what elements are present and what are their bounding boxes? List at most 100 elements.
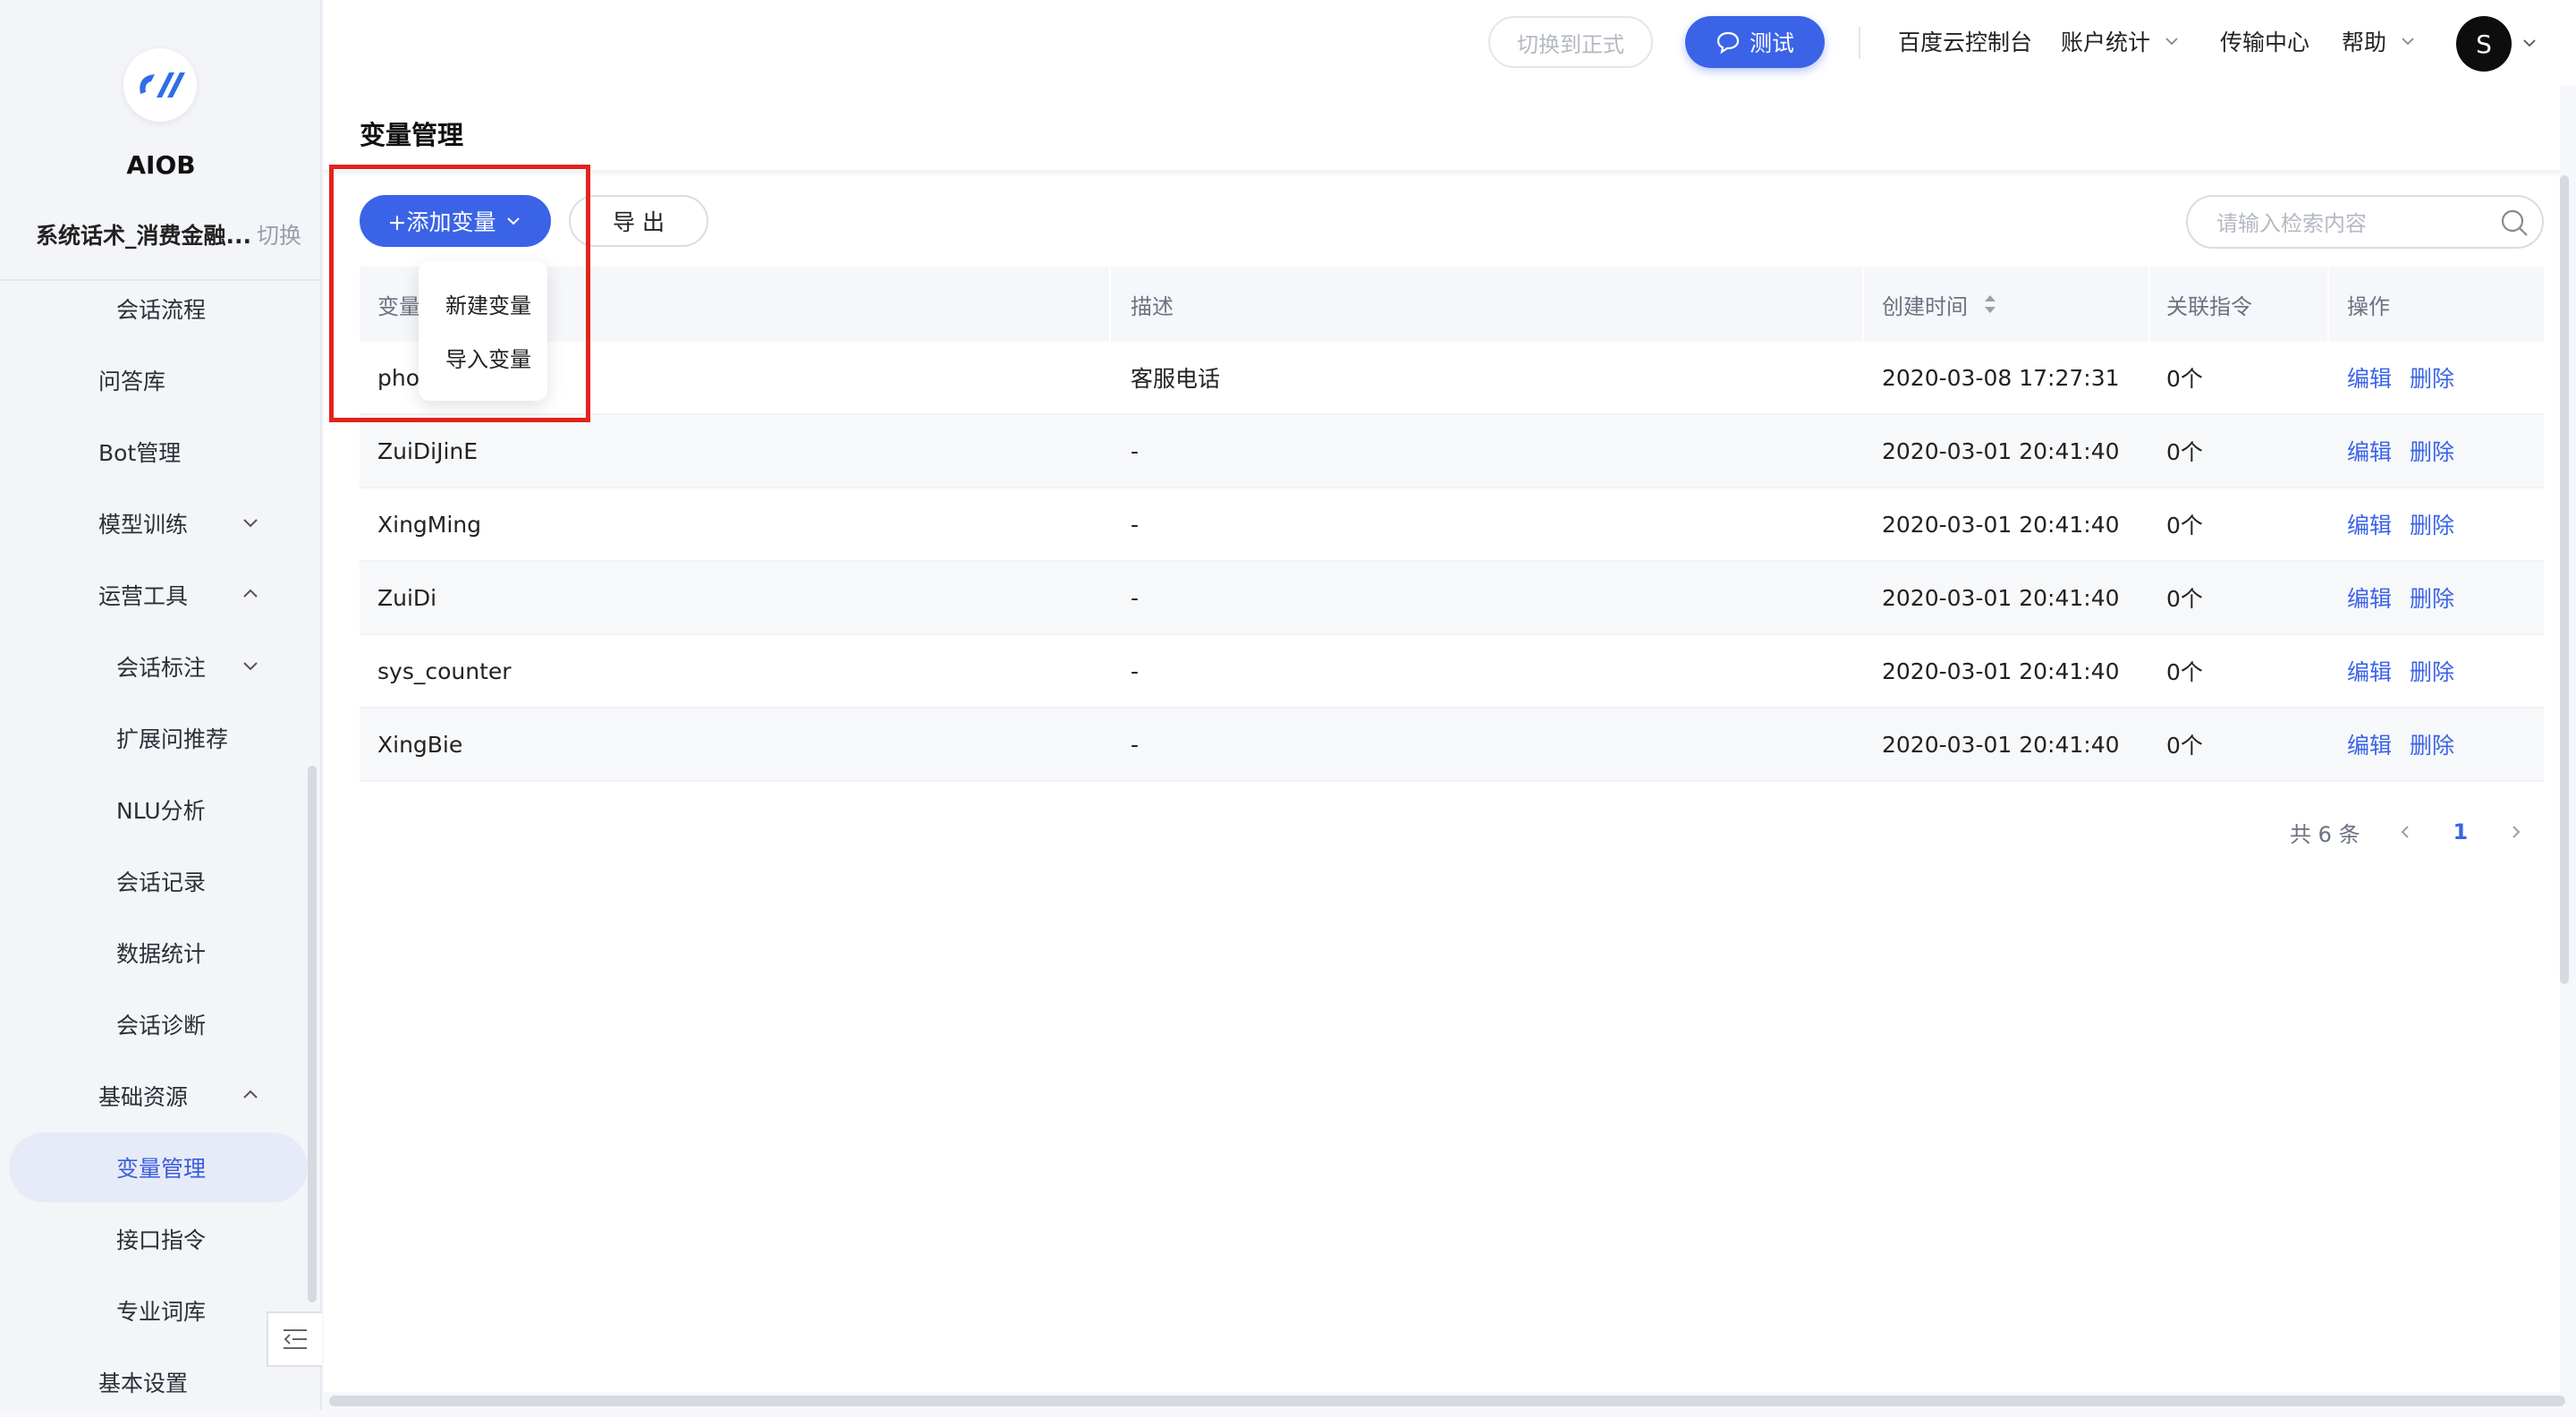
edit-link[interactable]: 编辑 bbox=[2347, 435, 2392, 467]
table-row: XingBie - 2020-03-01 20:41:40 0个 编辑 删除 bbox=[360, 708, 2544, 782]
search-icon[interactable] bbox=[2499, 208, 2529, 238]
sidebar-item-label: 扩展问推荐 bbox=[116, 726, 229, 752]
table-row: XingMing - 2020-03-01 20:41:40 0个 编辑 删除 bbox=[360, 488, 2544, 562]
sidebar-item-api-commands[interactable]: 接口指令 bbox=[0, 1204, 308, 1274]
variable-created-time: 2020-03-08 17:27:31 bbox=[1882, 364, 2120, 391]
sidebar-item-nlu-analysis[interactable]: NLU分析 bbox=[0, 775, 308, 844]
sidebar-item-model-training[interactable]: 模型训练 bbox=[0, 488, 308, 558]
variable-name: XingBie bbox=[377, 731, 463, 758]
edit-link[interactable]: 编辑 bbox=[2347, 728, 2392, 760]
test-button-label: 测试 bbox=[1749, 30, 1794, 56]
avatar-letter: S bbox=[2476, 29, 2492, 59]
variable-created-time: 2020-03-01 20:41:40 bbox=[1882, 658, 2120, 684]
collapse-icon bbox=[284, 1329, 307, 1349]
table-row: ZuiDiJinE - 2020-03-01 20:41:40 0个 编辑 删除 bbox=[360, 415, 2544, 488]
sidebar-item-label: 变量管理 bbox=[116, 1156, 207, 1182]
project-switch-link[interactable]: 切换 bbox=[257, 223, 301, 249]
chevron-down-icon[interactable] bbox=[2521, 34, 2538, 52]
sidebar-item-label: 数据统计 bbox=[116, 941, 207, 967]
sidebar-item-label: 基础资源 bbox=[98, 1084, 189, 1110]
sidebar-item-dialog-annotation[interactable]: 会话标注 bbox=[0, 632, 308, 701]
baidu-cloud-console-link[interactable]: 百度云控制台 bbox=[1898, 25, 2032, 57]
sidebar-item-professional-lexicon[interactable]: 专业词库 bbox=[0, 1276, 308, 1345]
variable-description: - bbox=[1131, 511, 1140, 538]
delete-link[interactable]: 删除 bbox=[2410, 361, 2454, 394]
prev-page-icon[interactable] bbox=[2396, 823, 2414, 841]
sidebar-item-qa-library[interactable]: 问答库 bbox=[0, 345, 308, 415]
edit-link[interactable]: 编辑 bbox=[2347, 361, 2392, 394]
sort-icon[interactable] bbox=[1982, 292, 1998, 317]
sidebar-item-bot-management[interactable]: Bot管理 bbox=[0, 417, 308, 487]
sidebar-item-basic-settings[interactable]: 基本设置 bbox=[0, 1347, 308, 1417]
aiob-logo[interactable] bbox=[123, 48, 197, 122]
table-row: ZuiDi - 2020-03-01 20:41:40 0个 编辑 删除 bbox=[360, 562, 2544, 635]
variable-name: ZuiDiJinE bbox=[377, 437, 479, 464]
annotation-highlight-box bbox=[329, 165, 590, 422]
variable-linked-count: 0个 bbox=[2166, 366, 2203, 392]
help-menu[interactable]: 帮助 bbox=[2342, 25, 2417, 57]
variable-description: - bbox=[1131, 658, 1140, 684]
variable-description: - bbox=[1131, 437, 1140, 464]
delete-link[interactable]: 删除 bbox=[2410, 435, 2454, 467]
variable-created-time: 2020-03-01 20:41:40 bbox=[1882, 731, 2120, 758]
sidebar-item-data-stats[interactable]: 数据统计 bbox=[0, 918, 308, 988]
user-avatar[interactable]: S bbox=[2456, 16, 2512, 72]
delete-link[interactable]: 删除 bbox=[2410, 508, 2454, 540]
account-stats-menu[interactable]: 账户统计 bbox=[2061, 25, 2181, 57]
variable-name: sys_counter bbox=[377, 658, 512, 684]
sidebar-item-ops-tools[interactable]: 运营工具 bbox=[0, 560, 308, 630]
search-input[interactable] bbox=[2215, 208, 2487, 240]
sidebar-item-label: Bot管理 bbox=[98, 440, 182, 466]
chat-bubble-icon bbox=[1716, 31, 1740, 55]
sidebar-scrollbar[interactable] bbox=[308, 766, 317, 1302]
topbar-link-label: 帮助 bbox=[2342, 30, 2387, 55]
search-box[interactable] bbox=[2186, 195, 2544, 249]
transfer-center-link[interactable]: 传输中心 bbox=[2220, 25, 2309, 57]
sidebar-item-label: 模型训练 bbox=[98, 512, 189, 538]
delete-link[interactable]: 删除 bbox=[2410, 728, 2454, 760]
sidebar-item-label: 问答库 bbox=[98, 369, 166, 395]
chevron-down-icon bbox=[243, 519, 258, 528]
edit-link[interactable]: 编辑 bbox=[2347, 581, 2392, 614]
project-name: 系统话术_消费金融... bbox=[36, 223, 251, 249]
sidebar-item-extension-recommend[interactable]: 扩展问推荐 bbox=[0, 703, 308, 773]
sidebar-item-label: 运营工具 bbox=[98, 583, 189, 609]
sidebar-item-label: 会话标注 bbox=[116, 655, 207, 681]
column-divider bbox=[2148, 267, 2150, 342]
column-divider bbox=[2327, 267, 2329, 342]
content-vertical-scrollbar[interactable] bbox=[2560, 175, 2569, 984]
current-page[interactable]: 1 bbox=[2453, 819, 2469, 844]
edit-link[interactable]: 编辑 bbox=[2347, 655, 2392, 687]
sidebar-item-label: 基本设置 bbox=[98, 1370, 189, 1396]
test-button[interactable]: 测试 bbox=[1685, 16, 1825, 68]
delete-link[interactable]: 删除 bbox=[2410, 581, 2454, 614]
table-header: 变量 描述 创建时间 关联指令 操作 bbox=[360, 267, 2544, 342]
sidebar-item-dialog-records[interactable]: 会话记录 bbox=[0, 846, 308, 916]
sidebar-item-dialog-flow[interactable]: 会话流程 bbox=[0, 274, 308, 344]
next-page-icon[interactable] bbox=[2507, 823, 2525, 841]
sidebar-item-variable-management[interactable]: 变量管理 bbox=[9, 1133, 308, 1202]
column-divider bbox=[1862, 267, 1864, 342]
sidebar-item-dialog-diagnosis[interactable]: 会话诊断 bbox=[0, 989, 308, 1059]
page-title: 变量管理 bbox=[360, 120, 464, 150]
variable-description: - bbox=[1131, 584, 1140, 611]
variable-linked-count: 0个 bbox=[2166, 733, 2203, 759]
brand-name: AIOB bbox=[126, 150, 196, 180]
sidebar-item-basic-resources[interactable]: 基础资源 bbox=[0, 1061, 308, 1131]
switch-to-production-button[interactable]: 切换到正式 bbox=[1488, 16, 1653, 68]
title-divider bbox=[324, 170, 2560, 177]
sidebar-item-label: NLU分析 bbox=[116, 798, 206, 824]
delete-link[interactable]: 删除 bbox=[2410, 655, 2454, 687]
topbar-link-label: 百度云控制台 bbox=[1898, 30, 2033, 55]
project-selector[interactable]: 系统话术_消费金融... 切换 bbox=[36, 218, 301, 250]
variable-created-time: 2020-03-01 20:41:40 bbox=[1882, 437, 2120, 464]
chevron-down-icon bbox=[2165, 38, 2178, 46]
sidebar-item-label: 专业词库 bbox=[116, 1299, 207, 1325]
sidebar-collapse-button[interactable] bbox=[267, 1311, 322, 1367]
logo-icon bbox=[140, 72, 185, 98]
edit-link[interactable]: 编辑 bbox=[2347, 508, 2392, 540]
column-header-created-time[interactable]: 创建时间 bbox=[1882, 267, 1998, 342]
content-horizontal-scrollbar[interactable] bbox=[329, 1396, 2565, 1406]
column-header-description: 描述 bbox=[1131, 293, 1174, 319]
column-divider bbox=[1109, 267, 1111, 342]
